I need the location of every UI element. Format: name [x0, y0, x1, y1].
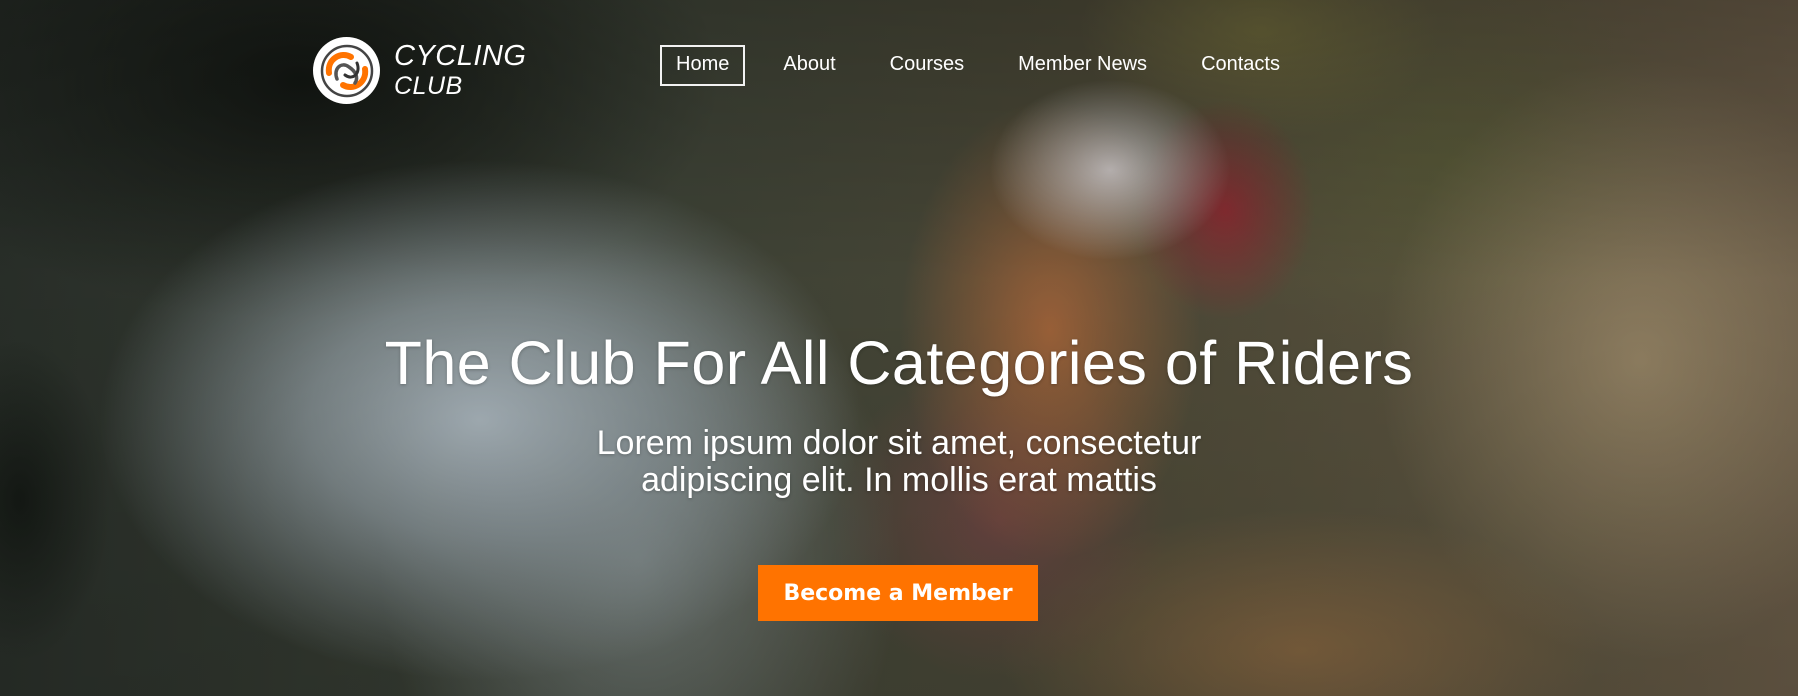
hero-subheadline-line-1: Lorem ipsum dolor sit amet, consectetur [596, 424, 1202, 462]
logo-line-2: CLUB [394, 72, 463, 100]
nav-item-contacts[interactable]: Contacts [1185, 45, 1296, 86]
logo-text: CYCLING CLUB [394, 42, 526, 99]
hero-section: CYCLING CLUB Home About Courses Member N… [0, 0, 1798, 696]
hero-subheadline: Lorem ipsum dolor sit amet, consectetur … [0, 425, 1798, 499]
nav-item-home[interactable]: Home [660, 45, 746, 86]
nav-item-about[interactable]: About [767, 45, 851, 86]
hero-subheadline-line-2: adipiscing elit. In mollis erat mattis [641, 461, 1157, 499]
site-logo[interactable]: CYCLING CLUB [313, 37, 526, 104]
hero-headline: The Club For All Categories of Riders [384, 329, 1414, 397]
become-member-button[interactable]: Become a Member [758, 565, 1038, 621]
nav-item-member-news[interactable]: Member News [1002, 45, 1163, 86]
nav-item-courses[interactable]: Courses [874, 45, 980, 86]
cycling-club-logo-icon [313, 37, 380, 104]
main-navigation: Home About Courses Member News Contacts [660, 45, 1296, 86]
logo-line-1: CYCLING [394, 40, 527, 72]
